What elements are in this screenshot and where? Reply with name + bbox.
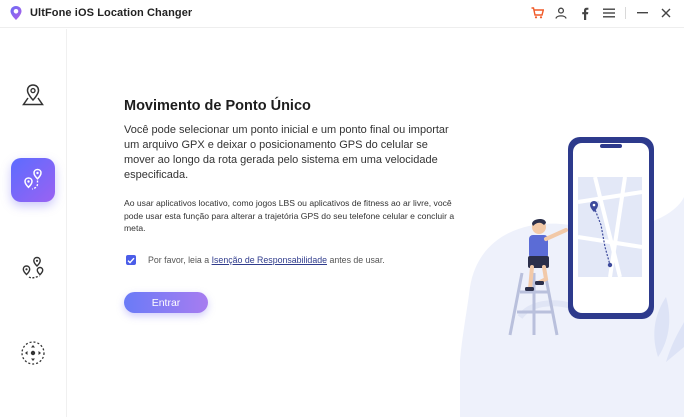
agree-suffix: antes de usar. [329,255,385,265]
facebook-icon[interactable] [577,5,593,21]
disclaimer-agreement: Por favor, leia a Isenção de Responsabil… [126,255,385,265]
app-title: UltFone iOS Location Changer [30,7,193,19]
sidebar [0,29,67,417]
phone-icon [568,137,654,319]
agree-checkbox[interactable] [126,255,136,265]
map-pin-icon [22,84,44,106]
sidebar-item-joystick[interactable] [11,331,55,375]
feature-description: Você pode selecionar um ponto inicial e … [124,124,449,181]
enter-button[interactable]: Entrar [124,292,208,313]
page-title: Movimento de Ponto Único [124,98,311,114]
sidebar-item-multi-spot[interactable] [11,247,55,291]
close-icon[interactable] [658,5,674,21]
multi-pin-icon [22,256,44,279]
joystick-icon [21,341,45,365]
title-bar: UltFone iOS Location Changer [0,0,684,28]
app-logo-icon [10,6,22,20]
menu-icon[interactable] [601,5,617,21]
disclaimer-link[interactable]: Isenção de Responsabilidade [212,255,327,265]
usage-note: Ao usar aplicativos locativo, como jogos… [124,198,455,233]
minimize-icon[interactable] [634,5,650,21]
sidebar-item-change-location[interactable] [11,73,55,117]
cart-icon[interactable] [529,5,545,21]
sidebar-item-single-spot[interactable] [11,158,55,202]
titlebar-divider [625,7,626,19]
agree-prefix: Por favor, leia a [148,255,210,265]
route-illustration [460,137,684,417]
main-content: Movimento de Ponto Único Você pode selec… [68,29,684,417]
route-pin-icon [24,168,42,190]
user-icon[interactable] [553,5,569,21]
